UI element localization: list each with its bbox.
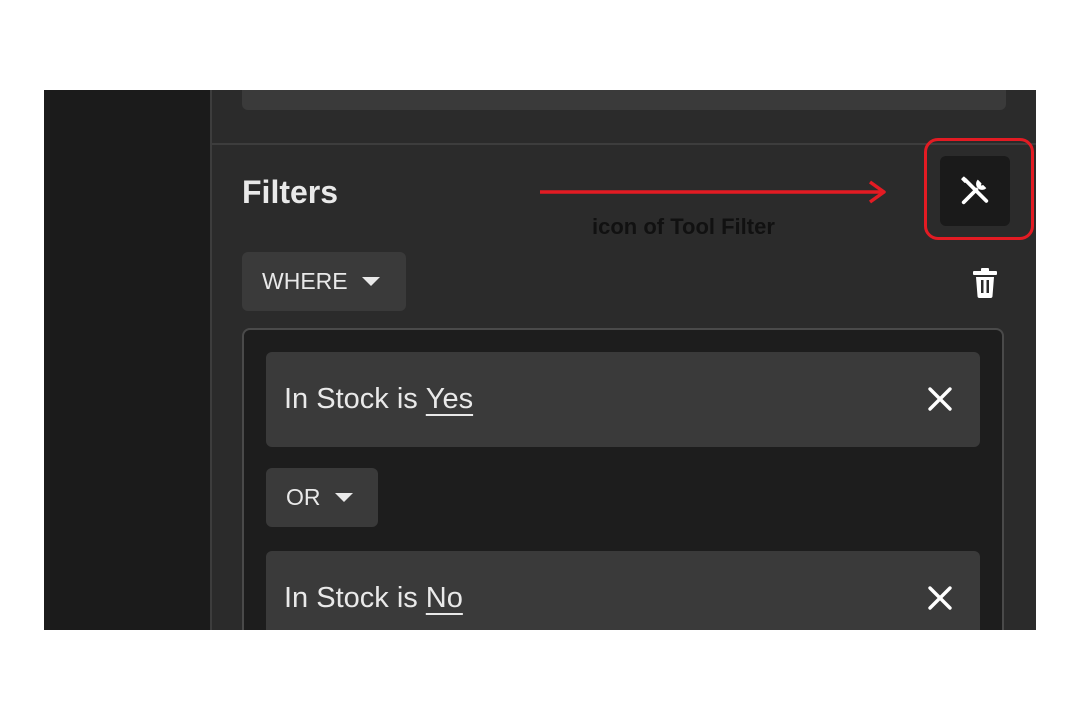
condition-value[interactable]: Yes: [426, 383, 473, 416]
condition-value[interactable]: No: [426, 582, 463, 615]
left-rail: [44, 90, 210, 630]
condition-row: In Stock is Yes: [266, 352, 980, 447]
annotation-highlight-box: [924, 138, 1034, 240]
close-icon[interactable]: [926, 385, 954, 413]
previous-section-card: [242, 90, 1006, 110]
where-label: WHERE: [262, 268, 348, 294]
close-icon[interactable]: [926, 584, 954, 612]
filters-title: Filters: [242, 174, 339, 210]
annotation-arrow: [540, 180, 886, 204]
where-dropdown[interactable]: WHERE: [242, 252, 406, 311]
trash-icon[interactable]: [972, 268, 998, 298]
annotation-label: icon of Tool Filter: [592, 214, 775, 239]
caret-down-icon: [334, 493, 353, 502]
condition-text: In Stock is: [284, 383, 418, 415]
section-divider: [212, 143, 1036, 145]
or-dropdown[interactable]: OR: [266, 468, 378, 527]
app-screenshot: Filters WHERE In Stock is Yes OR In Stoc…: [44, 90, 1036, 630]
filters-panel: Filters WHERE In Stock is Yes OR In Stoc…: [210, 90, 1036, 630]
filter-group: In Stock is Yes OR In Stock is No: [242, 328, 1004, 630]
condition-row: In Stock is No: [266, 551, 980, 630]
condition-text: In Stock is: [284, 582, 418, 614]
or-label: OR: [286, 484, 321, 510]
caret-down-icon: [361, 277, 380, 286]
